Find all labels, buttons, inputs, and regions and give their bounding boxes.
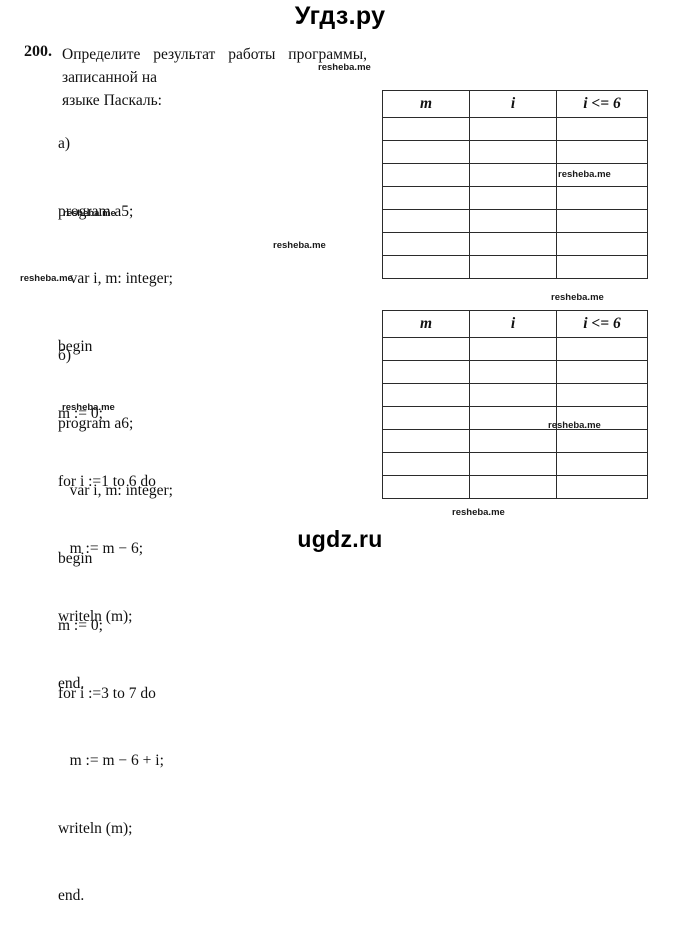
table-cell[interactable] bbox=[382, 452, 470, 476]
column-header-m: m bbox=[382, 90, 470, 118]
watermark: resheba.me bbox=[551, 292, 604, 303]
table-cell[interactable] bbox=[382, 117, 470, 141]
table-row bbox=[382, 209, 648, 233]
code-line-writeln: writeln (m); bbox=[58, 819, 133, 837]
table-cell[interactable] bbox=[469, 452, 557, 476]
trace-table-head: m i i <= 6 bbox=[382, 90, 648, 118]
table-cell[interactable] bbox=[556, 117, 648, 141]
table-cell[interactable] bbox=[469, 163, 557, 187]
part-b-label: б) bbox=[58, 347, 72, 364]
table-cell[interactable] bbox=[556, 360, 648, 384]
code-line-end: end. bbox=[58, 887, 85, 904]
table-cell[interactable] bbox=[469, 117, 557, 141]
table-cell[interactable] bbox=[382, 337, 470, 361]
trace-table-body bbox=[382, 337, 648, 499]
trace-table-part-b: m i i <= 6 bbox=[382, 310, 648, 499]
table-row bbox=[382, 383, 648, 407]
table-cell[interactable] bbox=[556, 232, 648, 256]
table-cell[interactable] bbox=[469, 475, 557, 499]
table-cell[interactable] bbox=[382, 209, 470, 233]
table-row bbox=[382, 255, 648, 279]
table-cell[interactable] bbox=[382, 255, 470, 279]
table-cell[interactable] bbox=[382, 406, 470, 430]
column-header-condition: i <= 6 bbox=[556, 90, 648, 118]
part-a-label: а) bbox=[58, 135, 71, 152]
table-row bbox=[382, 163, 648, 187]
table-row bbox=[382, 140, 648, 164]
code-line-body: m := m − 6 + i; bbox=[58, 752, 164, 769]
trace-table-part-a: m i i <= 6 bbox=[382, 90, 648, 279]
code-line-var: var i, m: integer; bbox=[58, 270, 173, 287]
table-cell[interactable] bbox=[469, 255, 557, 279]
table-row bbox=[382, 186, 648, 210]
code-block-part-b: б) program a6; var i, m: integer; begin … bbox=[58, 300, 173, 930]
table-cell[interactable] bbox=[556, 406, 648, 430]
table-cell[interactable] bbox=[382, 475, 470, 499]
table-cell[interactable] bbox=[556, 452, 648, 476]
column-header-condition: i <= 6 bbox=[556, 310, 648, 338]
table-row bbox=[382, 452, 648, 476]
exercise-prompt-line-1: Определите результат работы программы, з… bbox=[62, 46, 367, 86]
table-row bbox=[382, 117, 648, 141]
table-row bbox=[382, 475, 648, 499]
table-cell[interactable] bbox=[469, 232, 557, 256]
table-cell[interactable] bbox=[382, 186, 470, 210]
site-brand-bottom: ugdz.ru bbox=[297, 526, 383, 552]
table-cell[interactable] bbox=[556, 209, 648, 233]
code-line-init: m := 0; bbox=[58, 617, 103, 634]
table-row bbox=[382, 337, 648, 361]
table-cell[interactable] bbox=[469, 186, 557, 210]
site-brand-top: Угдз.ру bbox=[294, 2, 386, 30]
table-cell[interactable] bbox=[469, 383, 557, 407]
table-cell[interactable] bbox=[469, 429, 557, 453]
table-row bbox=[382, 406, 648, 430]
table-cell[interactable] bbox=[469, 337, 557, 361]
table-header-row: m i i <= 6 bbox=[382, 90, 648, 118]
table-cell[interactable] bbox=[556, 337, 648, 361]
table-cell[interactable] bbox=[382, 360, 470, 384]
table-cell[interactable] bbox=[382, 232, 470, 256]
trace-table-body bbox=[382, 117, 648, 279]
table-cell[interactable] bbox=[556, 255, 648, 279]
column-header-i: i bbox=[469, 310, 557, 338]
table-cell[interactable] bbox=[382, 163, 470, 187]
table-row bbox=[382, 232, 648, 256]
table-cell[interactable] bbox=[556, 429, 648, 453]
table-cell[interactable] bbox=[556, 140, 648, 164]
table-cell[interactable] bbox=[556, 163, 648, 187]
column-header-m: m bbox=[382, 310, 470, 338]
table-row bbox=[382, 429, 648, 453]
column-header-i: i bbox=[469, 90, 557, 118]
watermark: resheba.me bbox=[452, 507, 505, 518]
exercise-number: 200. bbox=[24, 43, 52, 60]
code-line-program: program a6; bbox=[58, 414, 134, 432]
watermark: resheba.me bbox=[273, 240, 326, 251]
table-cell[interactable] bbox=[556, 475, 648, 499]
code-line-program: program a5; bbox=[58, 202, 134, 220]
table-cell[interactable] bbox=[556, 383, 648, 407]
table-cell[interactable] bbox=[382, 140, 470, 164]
code-line-for: for i :=3 to 7 do bbox=[58, 684, 156, 702]
table-cell[interactable] bbox=[382, 429, 470, 453]
code-line-var: var i, m: integer; bbox=[58, 482, 173, 499]
table-cell[interactable] bbox=[469, 209, 557, 233]
table-cell[interactable] bbox=[469, 406, 557, 430]
table-cell[interactable] bbox=[469, 360, 557, 384]
table-row bbox=[382, 360, 648, 384]
table-cell[interactable] bbox=[469, 140, 557, 164]
table-cell[interactable] bbox=[556, 186, 648, 210]
table-header-row: m i i <= 6 bbox=[382, 310, 648, 338]
table-cell[interactable] bbox=[382, 383, 470, 407]
trace-table-head: m i i <= 6 bbox=[382, 310, 648, 338]
